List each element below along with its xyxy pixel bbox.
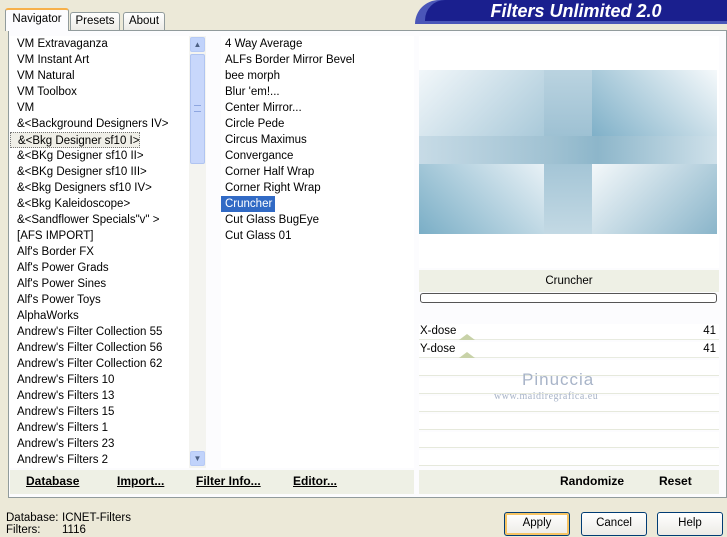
effect-item[interactable]: bee morph [221,68,280,84]
tab-navigator[interactable]: Navigator [5,8,69,31]
category-item[interactable]: VM Toolbox [10,84,77,100]
category-item[interactable]: VM [10,100,34,116]
effect-item[interactable]: Convergance [221,148,293,164]
category-item[interactable]: Andrew's Filters 2 [10,452,108,468]
effect-list[interactable]: 4 Way Average ALFs Border Mirror Bevel bee… [221,36,414,468]
effect-item[interactable]: 4 Way Average [221,36,302,52]
cancel-button[interactable]: Cancel [581,512,647,536]
param-row-empty [419,450,719,466]
param-row-empty [419,432,719,448]
scroll-up-button[interactable]: ▲ [190,37,205,52]
category-item[interactable]: VM Natural [10,68,75,84]
category-item[interactable]: &<BKg Designer sf10 II> [10,148,144,164]
effect-item[interactable]: Cut Glass BugEye [221,212,319,228]
database-button[interactable]: Database [26,474,79,488]
tab-presets[interactable]: Presets [70,12,120,30]
effect-item[interactable]: Center Mirror... [221,100,302,116]
category-item[interactable]: &<Sandflower Specials"v" > [10,212,159,228]
param-label: X-dose [420,325,457,337]
randomize-button[interactable]: Randomize [560,474,624,488]
preview-image [419,70,717,234]
category-item[interactable]: Andrew's Filters 10 [10,372,114,388]
slider-marker-icon[interactable] [459,334,475,340]
effect-item[interactable]: Blur 'em!... [221,84,280,100]
category-item[interactable]: VM Instant Art [10,52,89,68]
scroll-grip-icon [194,105,201,112]
category-item[interactable]: &<Bkg Kaleidoscope> [10,196,130,212]
category-item[interactable]: Alf's Power Toys [10,292,101,308]
category-item[interactable]: &<Bkg Designer sf10 I> [10,132,141,148]
database-value: ICNET-Filters [62,512,131,524]
title-banner: Filters Unlimited 2.0 [425,0,727,21]
filters-count-label: Filters: [6,524,41,536]
apply-button[interactable]: Apply [504,512,570,536]
app-title: Filters Unlimited 2.0 [490,1,662,21]
category-item[interactable]: Alf's Power Grads [10,260,109,276]
category-item[interactable]: VM Extravaganza [10,36,108,52]
param-label: Y-dose [420,343,456,355]
effect-item[interactable]: ALFs Border Mirror Bevel [221,52,355,68]
category-item[interactable]: Andrew's Filter Collection 55 [10,324,162,340]
effect-item[interactable]: Corner Half Wrap [221,164,314,180]
category-item[interactable]: Andrew's Filters 15 [10,404,114,420]
slider-marker-icon[interactable] [459,352,475,358]
progress-bar [420,293,717,303]
category-item[interactable]: &<Bkg Designers sf10 IV> [10,180,152,196]
reset-button[interactable]: Reset [659,474,692,488]
watermark-url: www.maidiregrafica.eu [494,391,599,402]
filter-info-button[interactable]: Filter Info... [196,474,261,488]
category-item[interactable]: [AFS IMPORT] [10,228,93,244]
watermark-name: Pinuccia [522,370,595,389]
category-item[interactable]: Alf's Power Sines [10,276,106,292]
category-item[interactable]: &<Background Designers IV> [10,116,169,132]
param-value: 41 [703,343,716,355]
editor-button[interactable]: Editor... [293,474,337,488]
category-item[interactable]: &<BKg Designer sf10 III> [10,164,147,180]
param-row-y-dose[interactable]: Y-dose 41 [419,342,719,358]
category-item[interactable]: AlphaWorks [10,308,79,324]
effect-item[interactable]: Circle Pede [221,116,284,132]
tab-about[interactable]: About [123,12,165,30]
category-list[interactable]: VM Extravaganza VM Instant Art VM Natural V… [10,36,206,468]
effect-item[interactable]: Circus Maximus [221,132,307,148]
category-item[interactable]: Andrew's Filters 13 [10,388,114,404]
category-item[interactable]: Andrew's Filter Collection 62 [10,356,162,372]
param-row-x-dose[interactable]: X-dose 41 [419,324,719,340]
category-item[interactable]: Andrew's Filters 23 [10,436,114,452]
effect-item[interactable]: Cut Glass 01 [221,228,291,244]
filters-unlimited-dialog: Filters Unlimited 2.0 Navigator Presets … [0,0,727,537]
param-value: 41 [703,325,716,337]
import-button[interactable]: Import... [117,474,164,488]
category-item[interactable]: Andrew's Filter Collection 56 [10,340,162,356]
list-divider [207,36,221,468]
category-scrollbar[interactable]: ▲ ▼ [189,36,206,468]
preview-pane [419,36,719,268]
category-item[interactable]: Andrew's Filters 1 [10,420,108,436]
effect-item[interactable]: Cruncher [221,196,276,212]
scroll-thumb[interactable] [190,54,205,164]
param-row-empty [419,414,719,430]
database-label: Database: [6,512,59,524]
filters-count-value: 1116 [62,524,86,536]
scroll-down-button[interactable]: ▼ [190,451,205,466]
category-item[interactable]: Alf's Border FX [10,244,94,260]
selected-filter-name: Cruncher [419,270,719,292]
effect-item[interactable]: Corner Right Wrap [221,180,321,196]
help-button[interactable]: Help [657,512,723,536]
